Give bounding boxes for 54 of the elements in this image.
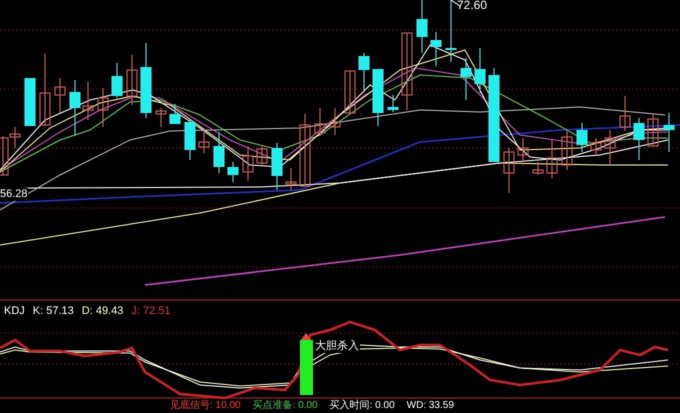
candlestick: [24, 78, 36, 126]
candlestick: [388, 94, 398, 112]
candlestick: [256, 144, 268, 166]
candlestick: [156, 108, 166, 128]
indicator-value: D: 49.43: [82, 304, 124, 318]
candlestick: [228, 162, 238, 182]
price-label: 56.28: [0, 188, 28, 201]
candlestick: [604, 130, 616, 166]
candlestick: [518, 138, 528, 166]
status-value: 买入时间: 0.00: [330, 400, 395, 412]
candlestick: [664, 112, 674, 152]
candlestick: [416, 0, 428, 54]
candlestick: [358, 52, 370, 90]
candlestick: [242, 146, 254, 182]
indicator-name: KDJ: [4, 304, 25, 318]
candlestick: [344, 70, 356, 114]
candlestick: [98, 88, 108, 128]
candlestick: [126, 54, 138, 106]
candlestick: [70, 80, 80, 136]
candlestick: [198, 128, 210, 154]
candlestick: [562, 130, 572, 170]
candlestick: [590, 138, 602, 156]
candlestick: [576, 122, 588, 152]
status-value: 买点准备: 0.00: [252, 400, 318, 412]
candlestick: [54, 78, 66, 114]
indicator-value: K: 57.13: [32, 304, 74, 318]
candlestick: [314, 108, 326, 136]
price-label: 72.60: [457, 0, 488, 12]
candlestick: [214, 132, 224, 174]
candlestick: [460, 58, 472, 100]
candlestick: [40, 54, 50, 126]
candlestick: [82, 82, 94, 120]
status-value: 见底信号: 10.00: [170, 400, 241, 412]
candlestick: [430, 32, 442, 66]
candlestick: [648, 114, 658, 146]
candlestick: [372, 68, 384, 126]
candlestick: [170, 104, 180, 124]
candlestick: [546, 140, 558, 178]
up-arrow-icon: [301, 333, 311, 340]
indicator-value: J: 72.51: [131, 304, 170, 318]
candlestick: [504, 148, 514, 194]
candlestick: [272, 142, 282, 190]
candlestick: [634, 118, 644, 160]
candlestick: [532, 162, 544, 176]
candlestick: [112, 62, 122, 98]
status-value: WD: 33.59: [406, 400, 454, 412]
candlestick: [446, 0, 456, 62]
candlestick: [474, 48, 486, 94]
candlestick: [286, 168, 296, 190]
candlestick: [184, 120, 196, 160]
candlestick: [330, 108, 340, 136]
candlestick: [620, 96, 630, 132]
signal-bar: [300, 340, 313, 395]
signal-label: 大胆杀入: [314, 340, 360, 353]
